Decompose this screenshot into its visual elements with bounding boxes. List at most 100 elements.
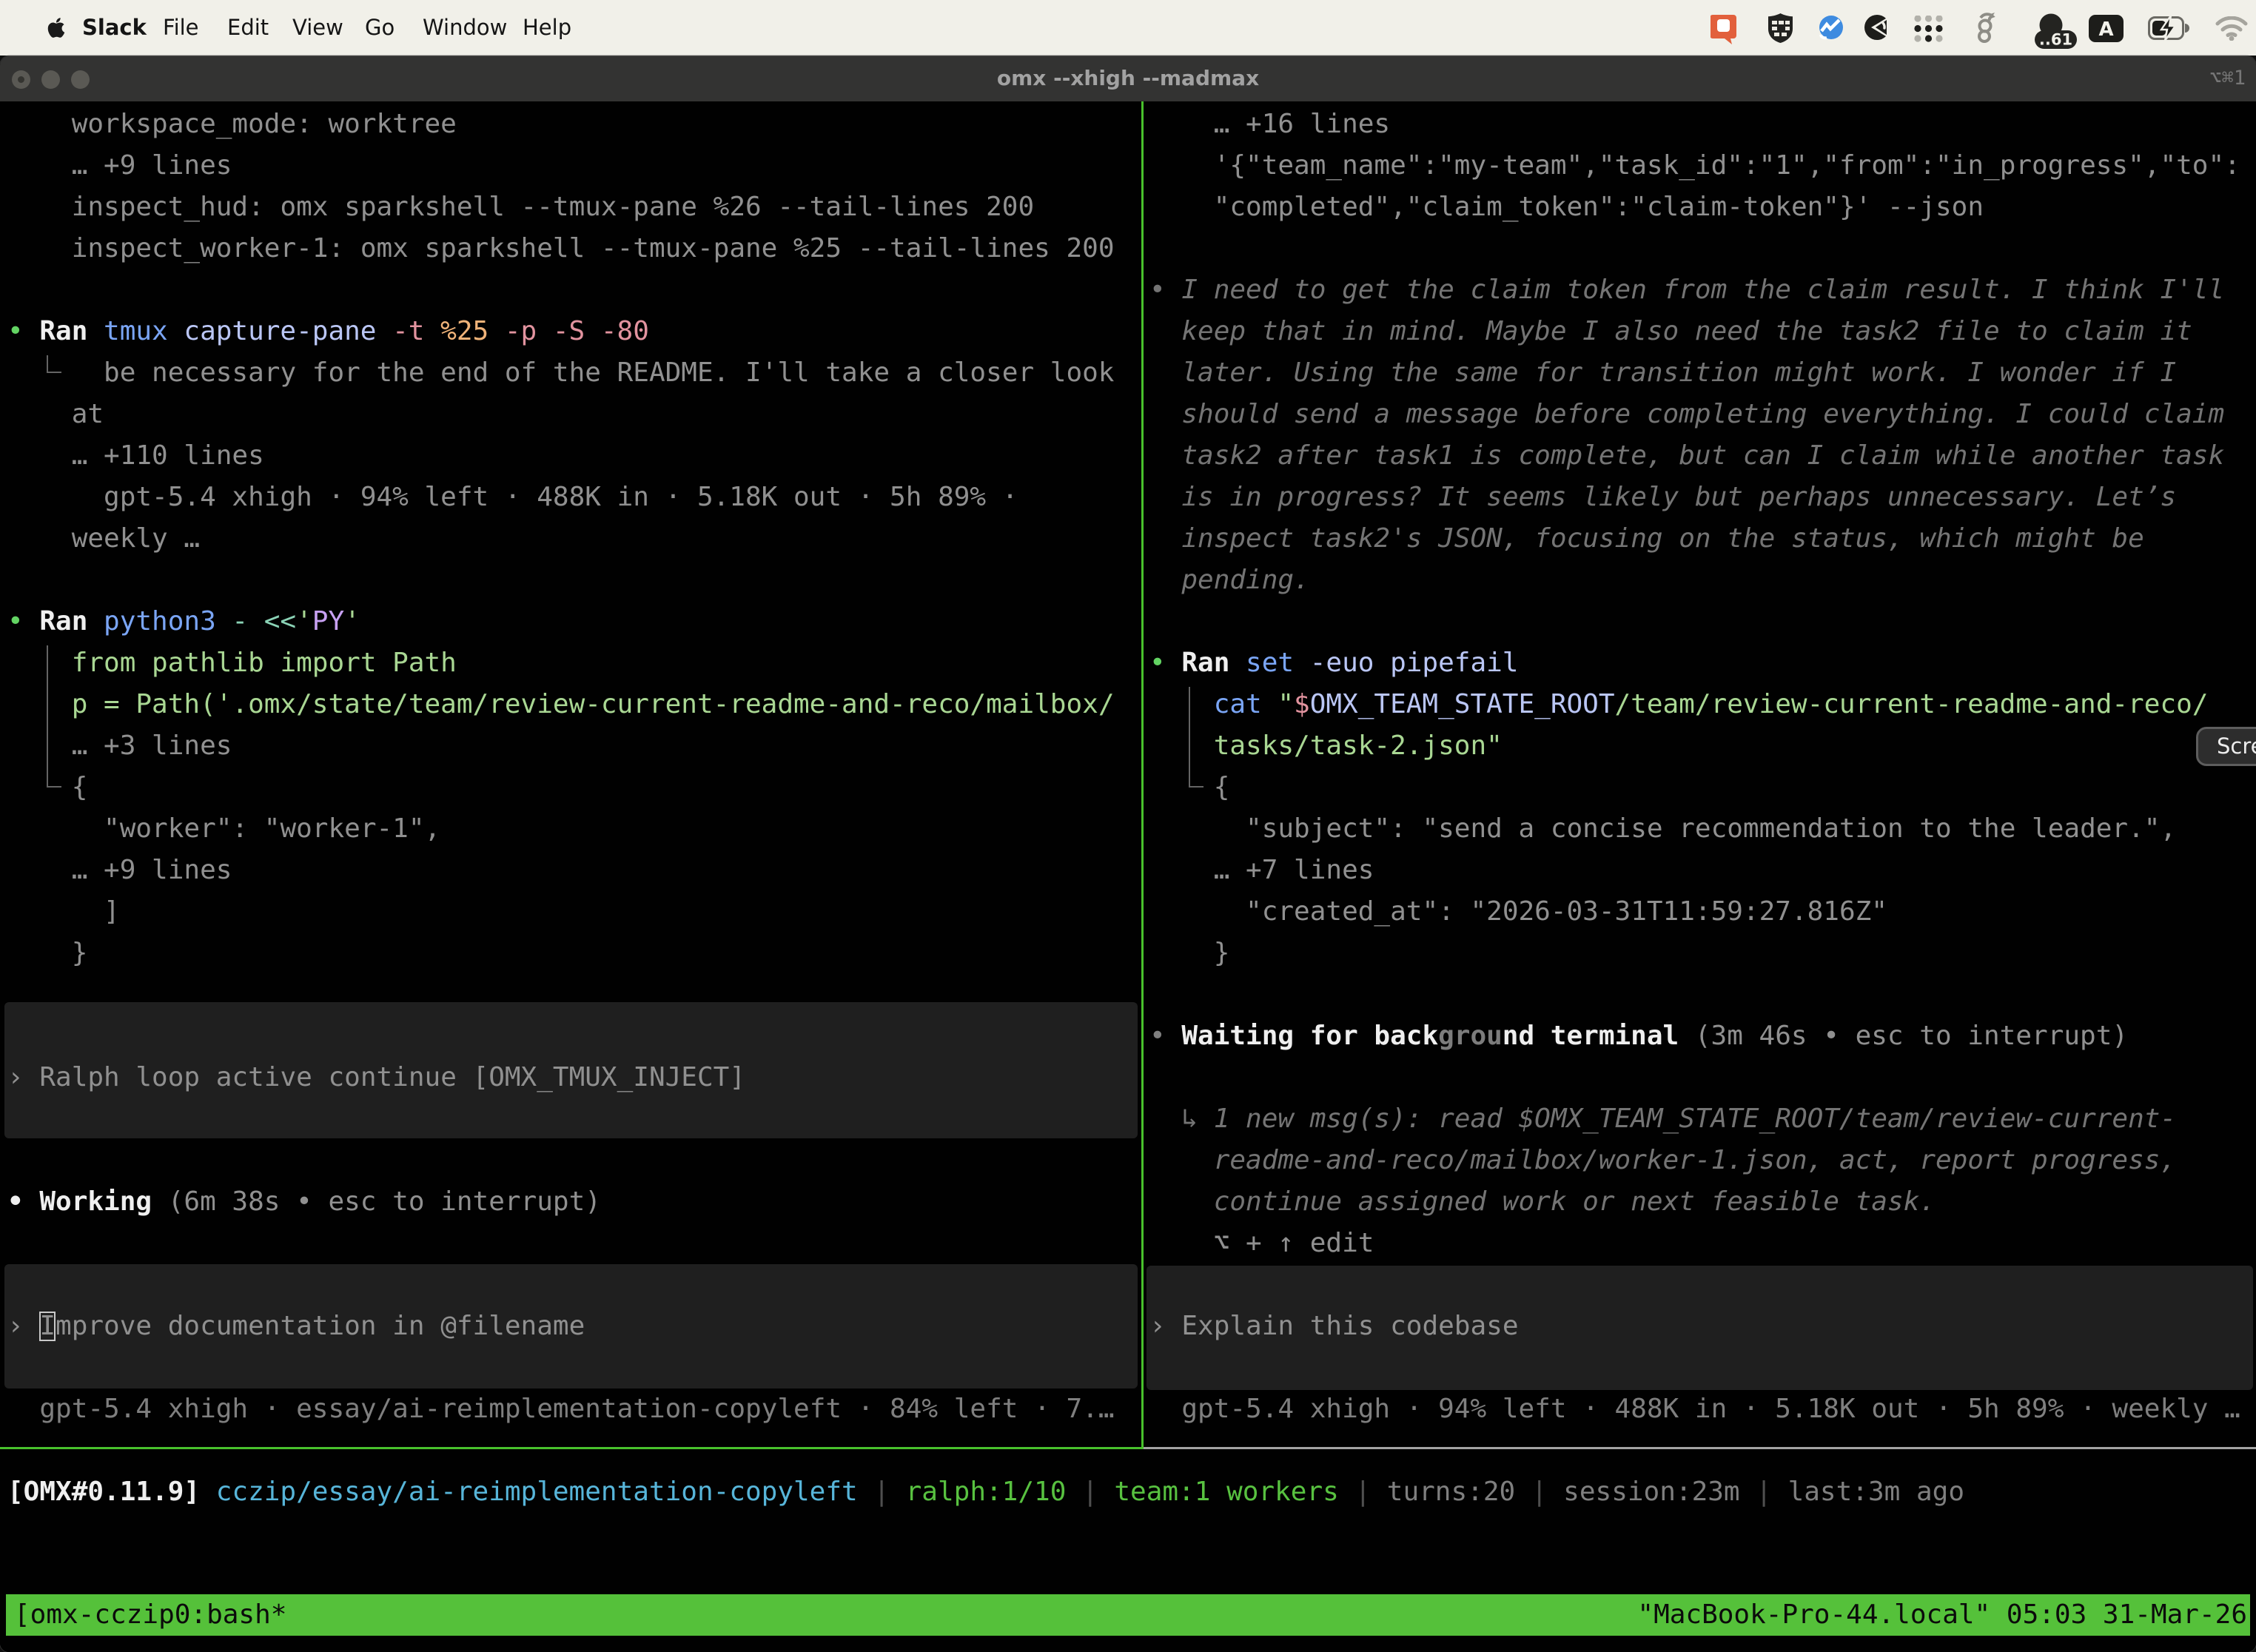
terminal-text: session:23m [1563, 1471, 1739, 1513]
right-pane-row: • I need to get the claim token from the … [0, 269, 2256, 311]
right-pane-row: "subject": "send a concise recommendatio… [0, 808, 2256, 850]
shutter-icon[interactable] [1864, 15, 1891, 41]
terminal-text: continue assigned work or next feasible … [1214, 1181, 1936, 1223]
terminal-text: cczip/essay/ai-reimplementation-copyleft [216, 1471, 858, 1513]
terminal-text: • [1149, 1015, 1166, 1057]
dots-grid-icon[interactable] [1914, 16, 1944, 42]
right-pane-row: pending. [0, 560, 2256, 601]
right-pane-row: "completed","claim_token":"claim-token"}… [0, 187, 2256, 228]
left-pane-row: › Ralph loop active continue [OMX_TMUX_IN… [0, 1057, 2256, 1098]
right-pane-row: gpt-5.4 xhigh · 94% left · 488K in · 5.1… [0, 1389, 2256, 1430]
terminal-text: ⌥ + ↑ edit [1214, 1223, 1374, 1264]
right-pane-row: } [0, 933, 2256, 974]
recording-indicator-icon[interactable] [1711, 13, 1739, 44]
terminal-text: "subject": "send a concise recommendatio… [1246, 808, 2176, 850]
terminal-text: Ran [1181, 642, 1229, 684]
terminal-text: • [1149, 642, 1166, 684]
terminal-text: I need to get the claim token from the c… [1181, 269, 2224, 311]
terminal-text: pending. [1181, 560, 1309, 601]
active-pane-bottom-border [0, 1447, 1144, 1449]
terminal-text: ' [344, 601, 360, 642]
terminal-text: keep that in mind. Maybe I also need the… [1181, 311, 2192, 352]
terminal-text: { [1214, 767, 1230, 808]
terminal-text: | [1756, 1471, 1772, 1513]
terminal-text: pipefail [1390, 642, 1518, 684]
terminal-text: is in progress? It seems likely but perh… [1181, 477, 2176, 518]
terminal-text: [OMX#0.11.9] [7, 1471, 200, 1513]
sync-progress-icon[interactable] [1819, 15, 1844, 41]
right-pane-row: tasks/task-2.json" [0, 725, 2256, 767]
terminal-text: should send a message before completing … [1181, 394, 2224, 435]
terminal-text: cat [1214, 684, 1262, 725]
terminal-text: readme-and-reco/mailbox/worker-1.json, a… [1214, 1140, 2176, 1181]
terminal-window: omx --xhigh --madmax ⌥⌘1 workspace_mode:… [0, 56, 2256, 1652]
terminal-text: ↳ [1181, 1098, 1198, 1140]
window-title: omx --xhigh --madmax [0, 56, 2256, 102]
right-pane-row: { [0, 767, 2256, 808]
right-pane-row: ↳ 1 new msg(s): read $OMX_TEAM_STATE_ROOT… [0, 1098, 2256, 1140]
terminal-text: $ [1294, 684, 1310, 725]
terminal-text: Explain this codebase [1181, 1306, 1518, 1347]
terminal-text: '{"team_name":"my-team","task_id":"1","f… [1214, 145, 2240, 187]
terminal-text: } [1214, 933, 1230, 974]
terminal-text: << [264, 601, 296, 642]
terminal-text: python3 [104, 601, 216, 642]
right-pane-row: … +7 lines [0, 850, 2256, 891]
right-pane-row: keep that in mind. Maybe I also need the… [0, 311, 2256, 352]
right-pane-row: cat "$OMX_TEAM_STATE_ROOT/team/review-cur… [0, 684, 2256, 725]
terminal-text: Waiting for back [1181, 1015, 1438, 1057]
terminal-text: OMX_TEAM_STATE_ROOT [1310, 684, 1615, 725]
tmux-host-clock: "MacBook-Pro-44.local" 05:03 31-Mar-26 [1637, 1594, 2247, 1636]
terminal-text: Ralph loop active continue [OMX_TMUX_INJ… [39, 1057, 745, 1098]
terminal-text: nd terminal [1503, 1015, 1679, 1057]
menu-bar: SlackFileEditViewGoWindowHelp [0, 0, 2256, 56]
battery-charging-icon[interactable] [2148, 16, 2191, 41]
terminal-text: • [7, 601, 24, 642]
right-pane-row: inspect task2's JSON, focusing on the st… [0, 518, 2256, 560]
left-pane-row: inspect_worker-1: omx sparkshell --tmux-… [0, 228, 2256, 269]
terminal-text: /team/review-current-readme-and-reco/ [1614, 684, 2208, 725]
terminal-text: | [873, 1471, 890, 1513]
terminal-text: gpt-5.4 xhigh · 94% left · 488K in · 5.1… [1181, 1389, 2240, 1430]
right-pane-row: › Explain this codebase [0, 1306, 2256, 1347]
terminal-text: … +16 lines [1214, 104, 1390, 145]
right-pane-row: task2 after task1 is complete, but can I… [0, 435, 2256, 477]
shield-grid-icon[interactable] [1767, 13, 1793, 43]
terminal-text: inspect task2's JSON, focusing on the st… [1181, 518, 2143, 560]
terminal-text: | [1354, 1471, 1371, 1513]
right-pane-row: readme-and-reco/mailbox/worker-1.json, a… [0, 1140, 2256, 1181]
terminal-text: 1 new msg(s): read $OMX_TEAM_STATE_ROOT/… [1214, 1098, 2176, 1140]
terminal-text: last:3m ago [1788, 1471, 1964, 1513]
terminal-text: team:1 workers [1114, 1471, 1338, 1513]
terminal-text: ralph:1/10 [906, 1471, 1067, 1513]
window-titlebar[interactable]: omx --xhigh --madmax ⌥⌘1 [0, 56, 2256, 101]
tmux-status-bar: [omx-cczip0:bash* "MacBook-Pro-44.local"… [6, 1594, 2250, 1636]
terminal-text: (3m 46s • esc to interrupt) [1695, 1015, 2128, 1057]
terminal-text: › [1149, 1306, 1166, 1347]
terminal-text: tasks/task-2.json" [1214, 725, 1503, 767]
terminal-text: later. Using the same for transition mig… [1181, 352, 2176, 394]
wifi-icon[interactable] [2215, 16, 2249, 41]
terminal-text: "completed","claim_token":"claim-token"}… [1214, 187, 1984, 228]
input-source-icon[interactable]: A [2089, 15, 2124, 42]
right-pane-row: later. Using the same for transition mig… [0, 352, 2256, 394]
battery-badge-icon[interactable]: ..61 [2031, 13, 2080, 50]
terminal-text: Ran [39, 601, 87, 642]
battery-badge-label: ..61 [2039, 31, 2072, 49]
wireshark-dragon-icon[interactable] [1974, 12, 1996, 46]
terminal-text: PY [312, 601, 344, 642]
right-pane-row: •Waiting for background terminal(3m 46s … [0, 1015, 2256, 1057]
terminal-content: workspace_mode: worktree… +9 linesinspec… [0, 101, 2256, 1652]
terminal-text: | [1082, 1471, 1098, 1513]
terminal-text: • [1149, 269, 1166, 311]
terminal-text: … +7 lines [1214, 850, 1374, 891]
right-pane-row: "created_at": "2026-03-31T11:59:27.816Z" [0, 891, 2256, 933]
terminal-text: › [7, 1057, 24, 1098]
right-pane-row: is in progress? It seems likely but perh… [0, 477, 2256, 518]
right-pane-row: •Ranset-euopipefail [0, 642, 2256, 684]
screen-share-pill[interactable]: Scre [2196, 727, 2256, 766]
terminal-text: -euo [1310, 642, 1374, 684]
right-pane-row: '{"team_name":"my-team","task_id":"1","f… [0, 145, 2256, 187]
terminal-text: | [1531, 1471, 1548, 1513]
terminal-text: " [1278, 684, 1294, 725]
